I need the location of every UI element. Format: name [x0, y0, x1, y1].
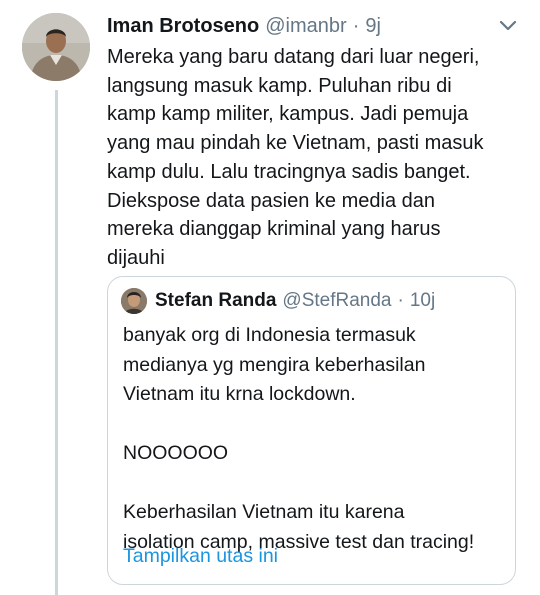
tweet-text-line: langsung masuk kamp. Puluhan ribu di	[107, 74, 452, 97]
quoted-tweet-timestamp: 10j	[409, 290, 436, 311]
quoted-author-name: Stefan Randa	[155, 290, 277, 311]
tweet-text: Mereka yang baru datang dari luar negeri…	[107, 43, 527, 273]
tweet-text-line: mereka dianggap kriminal yang harus	[107, 218, 441, 241]
tweet-text-line: kamp dulu. Lalu tracingnya sadis banget.	[107, 160, 471, 183]
quoted-tweet-header: Stefan Randa @StefRanda · 10j	[121, 288, 435, 314]
author-avatar[interactable]	[22, 13, 90, 81]
quoted-text-line: Keberhasilan Vietnam itu karena	[123, 501, 405, 523]
quoted-text-line: NOOOOOO	[123, 442, 229, 464]
quoted-author-handle: @StefRanda	[282, 290, 392, 311]
tweet-text-line: kamp kamp militer, kampus. Jadi pemuja	[107, 103, 469, 126]
quoted-text-line: banyak org di Indonesia termasuk	[123, 324, 416, 346]
tweet-text-line: Mereka yang baru datang dari luar negeri…	[107, 46, 480, 68]
tweet-text-line: dijauhi	[107, 246, 165, 269]
tweet-text-line: yang mau pindah ke Vietnam, pasti masuk	[107, 132, 484, 155]
separator-dot: ·	[352, 14, 360, 37]
tweet-header: Iman Brotoseno @imanbr · 9j	[107, 11, 526, 41]
quoted-tweet-text: banyak org di Indonesia termasuk mediany…	[123, 321, 474, 557]
author-handle[interactable]: @imanbr	[265, 15, 346, 38]
author-name[interactable]: Iman Brotoseno	[107, 15, 259, 38]
quoted-author-avatar	[121, 288, 147, 314]
quoted-text-line: medianya yg mengira keberhasilan	[123, 353, 426, 376]
separator-dot: ·	[397, 290, 404, 311]
quoted-text-line: Vietnam itu krna lockdown.	[123, 383, 356, 405]
chevron-down-icon[interactable]	[498, 16, 518, 36]
tweet-timestamp[interactable]: 9j	[365, 15, 381, 38]
quoted-tweet-card[interactable]: Stefan Randa @StefRanda · 10j banyak org…	[107, 276, 516, 585]
show-thread-link[interactable]: Tampilkan utas ini	[123, 545, 278, 568]
tweet-text-line: Diekspose data pasien ke media dan	[107, 189, 435, 212]
thread-connector-line	[55, 90, 58, 595]
